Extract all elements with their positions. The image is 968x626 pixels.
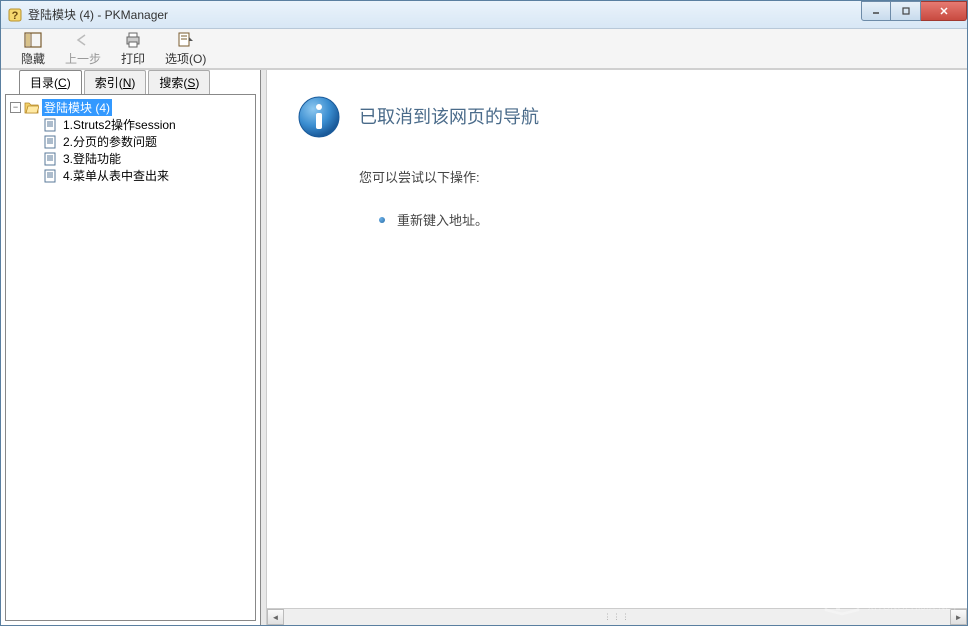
scroll-track[interactable]: ⋮⋮⋮ [284,609,950,625]
print-icon [123,31,143,49]
app-window: ? 登陆模块 (4) - PKManager 隐藏 [0,0,968,626]
folder-open-icon [24,101,39,114]
info-icon [297,95,341,139]
horizontal-scrollbar[interactable]: ◄ ⋮⋮⋮ ► [267,608,967,625]
nav-tabs: 目录(C) 索引(N) 搜索(S) [1,70,260,94]
tree-item-label: 1.Struts2操作session [61,116,178,133]
options-button[interactable]: 选项(O) [155,29,216,69]
hide-label: 隐藏 [21,50,45,67]
content-body: 已取消到该网页的导航 您可以尝试以下操作: 重新键入地址。 [267,70,967,608]
scroll-right-button[interactable]: ► [950,609,967,625]
content-title: 已取消到该网页的导航 [359,95,539,129]
back-button[interactable]: 上一步 [55,29,111,69]
options-label: 选项(O) [165,50,206,67]
tree-item-label: 4.菜单从表中查出来 [61,167,171,184]
tab-index[interactable]: 索引(N) [84,70,147,94]
list-item: 重新键入地址。 [379,210,937,229]
hide-icon [23,31,43,49]
tab-search[interactable]: 搜索(S) [148,70,210,94]
toolbar: 隐藏 上一步 打印 选项(O) [1,29,967,69]
hide-button[interactable]: 隐藏 [11,29,55,69]
tree-item[interactable]: 1.Struts2操作session [8,116,253,133]
tree-item[interactable]: 3.登陆功能 [8,150,253,167]
tab-contents[interactable]: 目录(C) [19,70,82,94]
scroll-left-button[interactable]: ◄ [267,609,284,625]
content-panel: 已取消到该网页的导航 您可以尝试以下操作: 重新键入地址。 ◄ ⋮⋮⋮ ► [266,70,967,625]
main-area: 目录(C) 索引(N) 搜索(S) − 登陆模块 (4) [1,69,967,625]
maximize-button[interactable] [891,1,921,21]
navigation-panel: 目录(C) 索引(N) 搜索(S) − 登陆模块 (4) [1,70,261,625]
options-icon [176,31,196,49]
content-subtitle: 您可以尝试以下操作: [359,167,937,186]
app-icon: ? [7,7,23,23]
info-header: 已取消到该网页的导航 [297,95,937,139]
back-label: 上一步 [65,50,101,67]
tree-item[interactable]: 2.分页的参数问题 [8,133,253,150]
tree-item-label: 2.分页的参数问题 [61,133,159,150]
list-item-text: 重新键入地址。 [397,210,488,229]
tree-root[interactable]: − 登陆模块 (4) [8,99,253,116]
tree-item[interactable]: 4.菜单从表中查出来 [8,167,253,184]
close-button[interactable] [921,1,967,21]
bullet-icon [379,217,385,223]
minimize-button[interactable] [861,1,891,21]
scroll-grip-icon: ⋮⋮⋮ [604,613,631,622]
titlebar[interactable]: ? 登陆模块 (4) - PKManager [1,1,967,29]
document-icon [44,118,58,132]
document-icon [44,169,58,183]
document-icon [44,135,58,149]
svg-text:?: ? [12,10,19,22]
content-list: 重新键入地址。 [379,210,937,229]
document-icon [44,152,58,166]
window-title: 登陆模块 (4) - PKManager [28,6,861,23]
tree-root-label[interactable]: 登陆模块 (4) [42,99,112,116]
tree-view[interactable]: − 登陆模块 (4) 1.Struts2操作session [5,94,256,621]
print-label: 打印 [121,50,145,67]
window-controls [861,1,967,21]
collapse-icon[interactable]: − [10,102,21,113]
tree-item-label: 3.登陆功能 [61,150,123,167]
back-icon [73,31,93,49]
print-button[interactable]: 打印 [111,29,155,69]
